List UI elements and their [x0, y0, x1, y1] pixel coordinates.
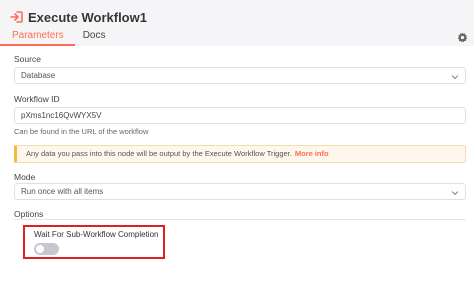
toggle-knob: [36, 245, 44, 253]
wait-completion-toggle[interactable]: [34, 243, 59, 255]
tab-parameters[interactable]: Parameters: [0, 29, 75, 46]
mode-select[interactable]: Run once with all items: [14, 183, 466, 200]
notice-text: Any data you pass into this node will be…: [26, 149, 292, 158]
options-divider: [14, 219, 466, 220]
workflow-id-label: Workflow ID: [14, 94, 60, 104]
chevron-down-icon: [451, 187, 459, 196]
source-value: Database: [21, 71, 56, 80]
chevron-down-icon: [451, 71, 459, 80]
node-title[interactable]: Execute Workflow1: [28, 10, 147, 25]
mode-label: Mode: [14, 172, 36, 182]
more-info-link[interactable]: More info: [295, 149, 329, 158]
tab-bar: Parameters Docs: [0, 29, 116, 46]
info-notice: Any data you pass into this node will be…: [14, 145, 466, 163]
node-header: Execute Workflow1 Parameters Docs: [0, 0, 474, 46]
gear-icon[interactable]: [457, 30, 468, 43]
source-label: Source: [14, 54, 41, 64]
workflow-id-hint: Can be found in the URL of the workflow: [14, 127, 149, 136]
tab-docs[interactable]: Docs: [75, 29, 117, 46]
mode-value: Run once with all items: [21, 187, 104, 196]
workflow-id-input[interactable]: pXms1nc16QvWYX5V: [14, 107, 466, 124]
options-label: Options: [14, 209, 44, 219]
sign-in-icon: [9, 10, 23, 24]
wait-completion-label: Wait For Sub-Workflow Completion: [34, 230, 159, 239]
source-select[interactable]: Database: [14, 67, 466, 84]
title-row: Execute Workflow1: [9, 8, 147, 26]
